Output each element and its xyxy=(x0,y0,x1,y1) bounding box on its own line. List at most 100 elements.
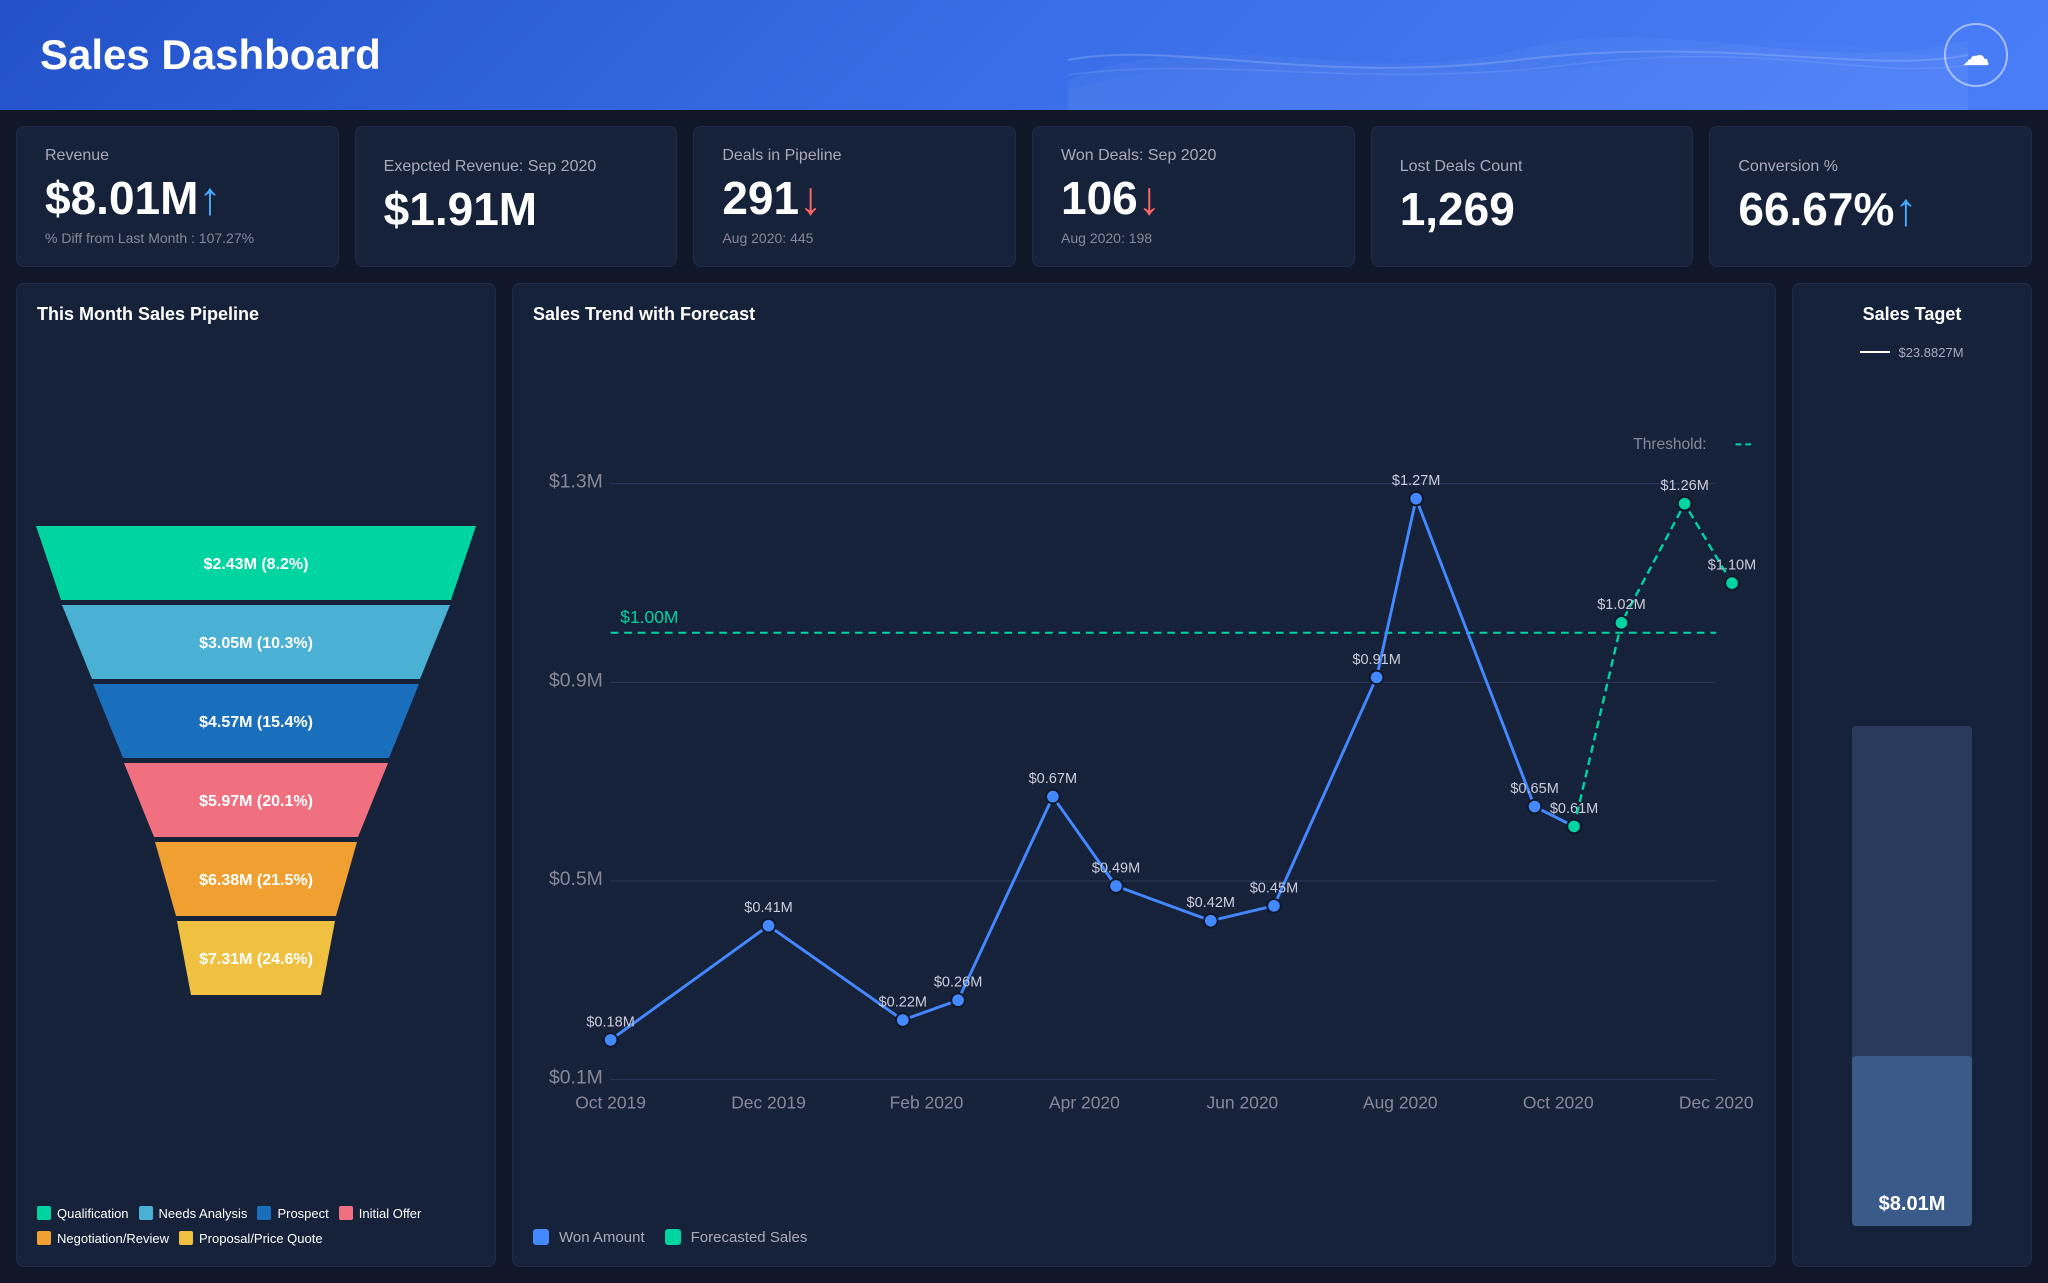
legend-label: Negotiation/Review xyxy=(57,1231,169,1246)
kpi-label: Lost Deals Count xyxy=(1400,158,1665,176)
svg-text:Oct 2019: Oct 2019 xyxy=(575,1092,646,1112)
kpi-card-2: Deals in Pipeline 291↓ Aug 2020: 445 xyxy=(693,126,1016,267)
kpi-sub: Aug 2020: 445 xyxy=(722,230,987,246)
svg-text:$0.65M: $0.65M xyxy=(1510,781,1558,797)
kpi-label: Revenue xyxy=(45,147,310,165)
svg-text:Apr 2020: Apr 2020 xyxy=(1049,1092,1120,1112)
kpi-value: 291↓ xyxy=(722,173,987,224)
funnel-legend: Qualification Needs Analysis Prospect In… xyxy=(37,1206,475,1246)
svg-text:Dec 2019: Dec 2019 xyxy=(731,1092,806,1112)
target-panel: Sales Taget $23.8827M $8.01M xyxy=(1792,283,2032,1267)
svg-text:$1.10M: $1.10M xyxy=(1708,557,1755,573)
chart-legend-label: Forecasted Sales xyxy=(691,1229,808,1246)
kpi-card-0: Revenue $8.01M↑ % Diff from Last Month :… xyxy=(16,126,339,267)
target-title: Sales Taget xyxy=(1863,304,1962,325)
legend-color-dot xyxy=(179,1231,193,1245)
chart-legend-label: Won Amount xyxy=(559,1229,645,1246)
funnel-label-4: $6.38M (21.5%) xyxy=(199,872,313,889)
kpi-label: Won Deals: Sep 2020 xyxy=(1061,147,1326,165)
chart-legend-item-1: Forecasted Sales xyxy=(665,1229,808,1246)
header: Sales Dashboard ☁ xyxy=(0,0,2048,110)
target-bar-track: $8.01M xyxy=(1852,726,1972,1226)
kpi-card-5: Conversion % 66.67%↑ xyxy=(1709,126,2032,267)
svg-text:Oct 2020: Oct 2020 xyxy=(1523,1092,1594,1112)
svg-text:$1.27M: $1.27M xyxy=(1392,473,1440,489)
svg-text:$0.45M: $0.45M xyxy=(1250,880,1298,896)
funnel-label-0: $2.43M (8.2%) xyxy=(204,556,309,573)
kpi-card-1: Exepcted Revenue: Sep 2020 $1.91M xyxy=(355,126,678,267)
funnel-label-2: $4.57M (15.4%) xyxy=(199,714,313,731)
kpi-value: $8.01M↑ xyxy=(45,173,310,224)
legend-label: Proposal/Price Quote xyxy=(199,1231,323,1246)
svg-text:$0.18M: $0.18M xyxy=(586,1014,634,1030)
kpi-arrow: ↓ xyxy=(799,172,822,224)
legend-color-dot xyxy=(339,1206,353,1220)
chart-title: Sales Trend with Forecast xyxy=(533,304,1755,325)
svg-text:Jun 2020: Jun 2020 xyxy=(1206,1092,1278,1112)
legend-color-dot xyxy=(37,1206,51,1220)
funnel-legend-item-3: Initial Offer xyxy=(339,1206,422,1221)
svg-text:$1.3M: $1.3M xyxy=(549,470,603,492)
kpi-value: 1,269 xyxy=(1400,184,1665,235)
target-bar-fill: $8.01M xyxy=(1852,1056,1972,1226)
kpi-arrow: ↓ xyxy=(1138,172,1161,224)
kpi-label: Exepcted Revenue: Sep 2020 xyxy=(384,158,649,176)
header-wave xyxy=(1068,0,1968,110)
kpi-value: 66.67%↑ xyxy=(1738,184,2003,235)
legend-color-dot xyxy=(37,1231,51,1245)
svg-text:Feb 2020: Feb 2020 xyxy=(890,1092,964,1112)
svg-text:Threshold:: Threshold: xyxy=(1633,436,1706,453)
chart-panel: Sales Trend with Forecast $0.1M $0.5M $0.9… xyxy=(512,283,1776,1267)
svg-text:$1.00M: $1.00M xyxy=(620,607,678,627)
funnel-legend-item-0: Qualification xyxy=(37,1206,129,1221)
funnel-legend-item-1: Needs Analysis xyxy=(139,1206,248,1221)
kpi-value: 106↓ xyxy=(1061,173,1326,224)
target-value-label: $23.8827M xyxy=(1898,345,1963,360)
funnel-legend-item-4: Negotiation/Review xyxy=(37,1231,169,1246)
page-title: Sales Dashboard xyxy=(40,31,381,79)
funnel-label-3: $5.97M (20.1%) xyxy=(199,793,313,810)
target-bar-label: $8.01M xyxy=(1879,1193,1946,1216)
legend-color-dot xyxy=(139,1206,153,1220)
kpi-label: Deals in Pipeline xyxy=(722,147,987,165)
legend-label: Initial Offer xyxy=(359,1206,422,1221)
funnel-label-1: $3.05M (10.3%) xyxy=(199,635,313,652)
funnel-chart: $2.43M (8.2%) $3.05M (10.3%) $4.57M (15.4%… xyxy=(36,526,476,1005)
kpi-sub: Aug 2020: 198 xyxy=(1061,230,1326,246)
kpi-value: $1.91M xyxy=(384,184,649,235)
main-row: This Month Sales Pipeline $2.43M (8.2%)$… xyxy=(0,283,2048,1283)
target-bar-wrapper: $8.01M xyxy=(1813,360,2011,1246)
svg-text:$0.41M: $0.41M xyxy=(744,900,792,916)
kpi-row: Revenue $8.01M↑ % Diff from Last Month :… xyxy=(0,110,2048,283)
target-line-symbol xyxy=(1860,351,1890,353)
svg-text:$0.49M: $0.49M xyxy=(1092,860,1140,876)
chart-legend-item-0: Won Amount xyxy=(533,1229,645,1246)
kpi-sub: % Diff from Last Month : 107.27% xyxy=(45,230,310,246)
legend-color-dot xyxy=(257,1206,271,1220)
svg-text:$0.42M: $0.42M xyxy=(1187,895,1235,911)
funnel-panel: This Month Sales Pipeline $2.43M (8.2%)$… xyxy=(16,283,496,1267)
svg-text:$0.1M: $0.1M xyxy=(549,1066,603,1088)
svg-text:$0.61M: $0.61M xyxy=(1550,800,1598,816)
legend-label: Qualification xyxy=(57,1206,129,1221)
svg-text:Dec 2020: Dec 2020 xyxy=(1679,1092,1754,1112)
svg-text:$0.5M: $0.5M xyxy=(549,868,603,890)
chart-legend: Won Amount Forecasted Sales xyxy=(533,1229,1755,1246)
legend-label: Needs Analysis xyxy=(159,1206,248,1221)
svg-text:$0.26M: $0.26M xyxy=(934,974,982,990)
kpi-card-3: Won Deals: Sep 2020 106↓ Aug 2020: 198 xyxy=(1032,126,1355,267)
svg-text:$0.91M: $0.91M xyxy=(1352,651,1400,667)
kpi-arrow: ↑ xyxy=(198,172,221,224)
funnel-label-5: $7.31M (24.6%) xyxy=(199,951,313,968)
kpi-arrow: ↑ xyxy=(1894,183,1917,235)
header-logo: ☁ xyxy=(1944,23,2008,87)
chart-legend-color xyxy=(533,1229,549,1245)
svg-text:$1.26M: $1.26M xyxy=(1660,478,1708,494)
legend-label: Prospect xyxy=(277,1206,328,1221)
chart-legend-color xyxy=(665,1229,681,1245)
funnel-legend-item-2: Prospect xyxy=(257,1206,328,1221)
funnel-container: $2.43M (8.2%) $3.05M (10.3%) $4.57M (15.4%… xyxy=(37,341,475,1190)
funnel-title: This Month Sales Pipeline xyxy=(37,304,475,325)
svg-text:$1.02M: $1.02M xyxy=(1597,597,1645,613)
sales-chart: $0.1M$0.5M$0.9M$1.3M$1.00MThreshold:Targ… xyxy=(533,341,1755,1217)
